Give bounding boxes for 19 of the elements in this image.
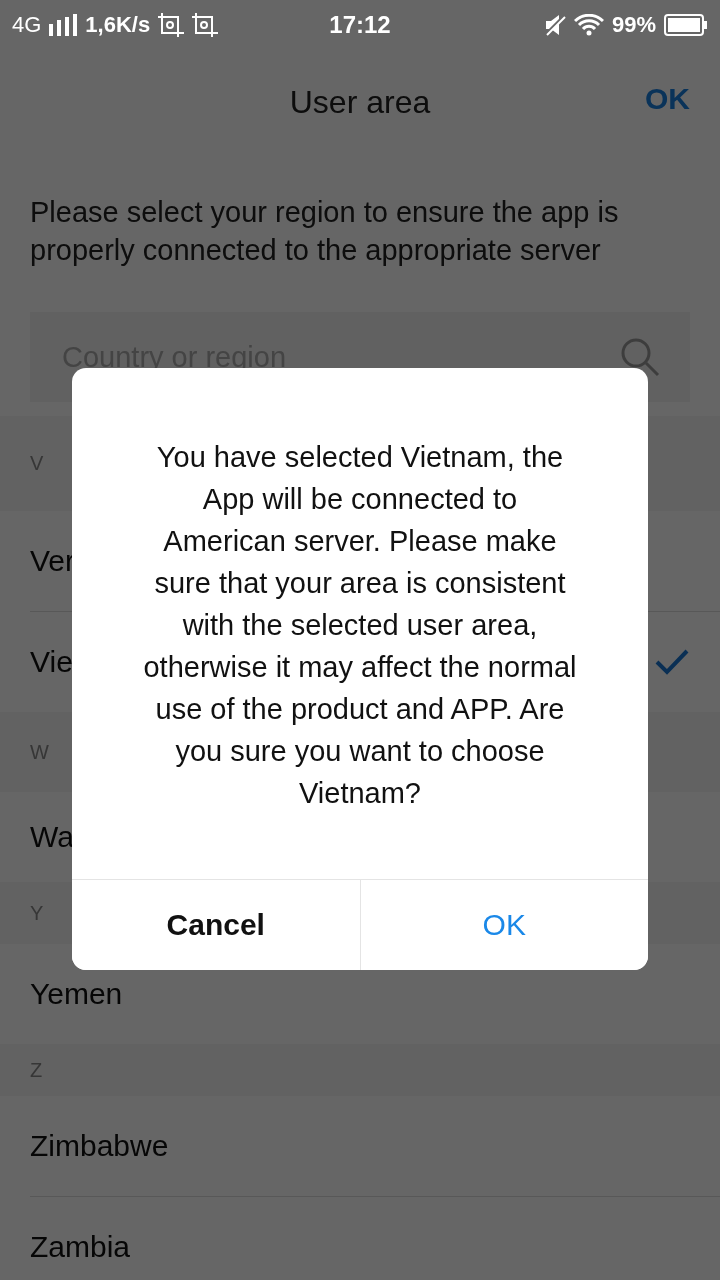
screenshot-icon (192, 13, 219, 37)
screenshot-icon (158, 13, 185, 37)
network-speed: 1,6K/s (85, 12, 151, 38)
search-icon (620, 337, 660, 377)
screen-title: User area (289, 84, 431, 121)
country-row[interactable]: Zambia (30, 1196, 720, 1280)
battery-icon (664, 14, 708, 36)
country-row[interactable]: Zimbabwe (30, 1096, 720, 1196)
dialog-message: You have selected Vietnam, the App will be connected to American server. Please make sure that your area is consistent with the selected user area, otherwise it may affect the normal use of the product and APP. Are you sure you want to choose Vietnam? (142, 440, 578, 811)
ok-button[interactable]: OK (645, 82, 690, 116)
battery-percent: 99% (611, 12, 656, 38)
signal-icon (49, 14, 78, 36)
mute-icon (543, 14, 566, 36)
ok-button[interactable]: OK (359, 880, 648, 970)
clock: 17:12 (329, 11, 391, 38)
network-type: 4G (12, 12, 42, 38)
check-icon (654, 648, 690, 676)
description-text: Please select your region to ensure the app is properly connected to the appropriate server (30, 195, 620, 268)
wifi-icon (573, 14, 604, 36)
